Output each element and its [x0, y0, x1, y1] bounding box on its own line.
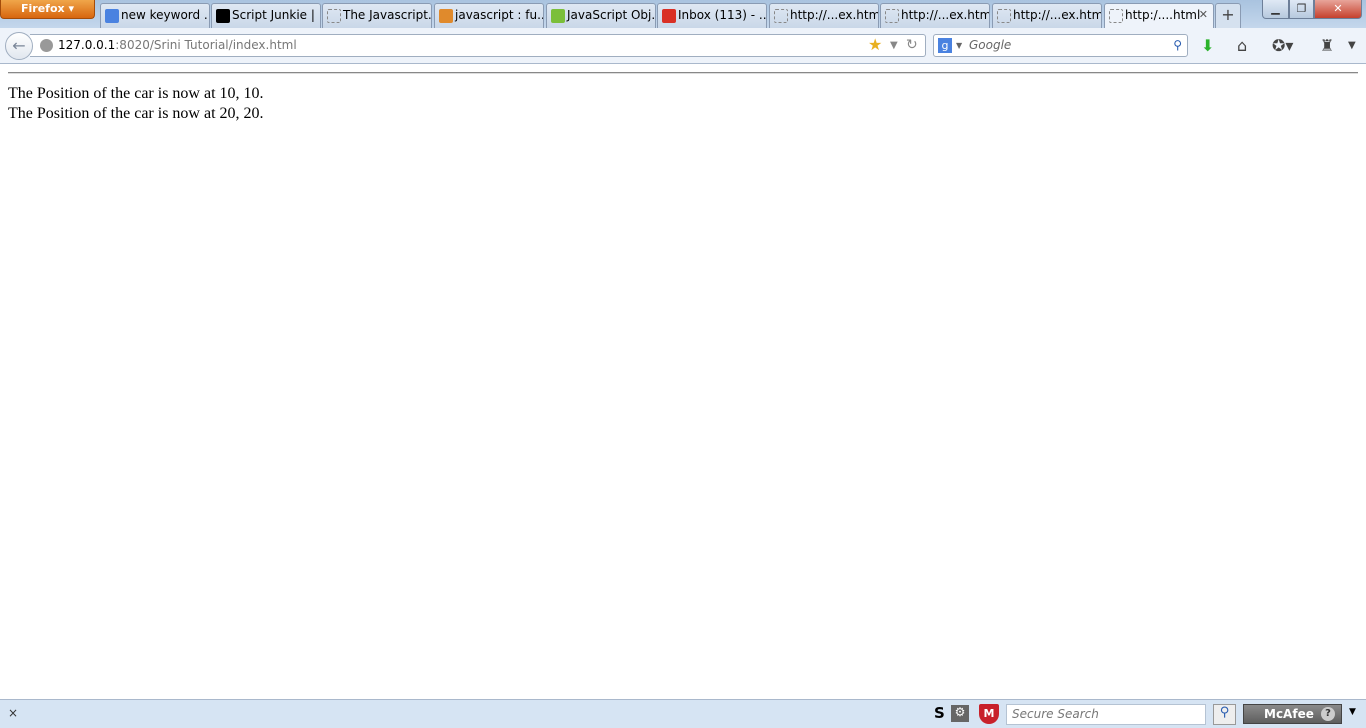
- script-junkie-icon: [216, 9, 230, 23]
- tab-label: http://...ex.html: [1013, 8, 1102, 22]
- tab[interactable]: javascript : fu...: [434, 3, 544, 28]
- bookmarks-icon[interactable]: ✪▾: [1272, 36, 1293, 55]
- minimize-button[interactable]: ▁: [1262, 0, 1289, 19]
- home-icon[interactable]: ⌂: [1237, 36, 1247, 55]
- tab[interactable]: http://...ex.html: [992, 3, 1102, 28]
- secure-search-button[interactable]: ⚲: [1213, 704, 1236, 725]
- back-button[interactable]: ←: [5, 32, 33, 60]
- title-bar: Firefox ▾ new keyword ... Script Junkie |…: [0, 0, 1366, 29]
- tab-label: new keyword ...: [121, 8, 210, 22]
- tab[interactable]: The Javascript...: [322, 3, 432, 28]
- navigation-toolbar: 127.0.0.1:8020/Srini Tutorial/index.html…: [0, 28, 1366, 64]
- tab-label: Script Junkie | ...: [232, 8, 321, 22]
- google-icon: g: [938, 38, 952, 53]
- s-addon-icon[interactable]: S: [934, 704, 945, 722]
- firefox-menu-button[interactable]: Firefox ▾: [0, 0, 95, 19]
- blank-page-icon: [774, 9, 788, 23]
- search-box[interactable]: g ▼ Google ⚲: [933, 34, 1188, 57]
- download-icon[interactable]: ⬇: [1201, 36, 1214, 55]
- address-bar[interactable]: 127.0.0.1:8020/Srini Tutorial/index.html…: [30, 34, 926, 57]
- reload-icon[interactable]: ↻: [906, 35, 918, 56]
- url-path: :8020/Srini Tutorial/index.html: [115, 38, 297, 52]
- stackoverflow-icon: [439, 9, 453, 23]
- engine-dropdown-icon[interactable]: ▼: [956, 35, 962, 56]
- tab[interactable]: Script Junkie | ...: [211, 3, 321, 28]
- mcafee-label: McAfee: [1264, 707, 1314, 721]
- status-bar: × S ⚙ M Secure Search ⚲ McAfee? ▼: [0, 699, 1366, 728]
- gear-icon[interactable]: ⚙: [951, 705, 969, 722]
- google-icon: [105, 9, 119, 23]
- maximize-button[interactable]: ❐: [1289, 0, 1314, 19]
- horizontal-rule: [8, 72, 1358, 74]
- tab-label: Inbox (113) - ...: [678, 8, 767, 22]
- blank-page-icon: [327, 9, 341, 23]
- tab[interactable]: Inbox (113) - ...: [657, 3, 767, 28]
- w3-icon: [551, 9, 565, 23]
- close-tab-icon[interactable]: ✕: [1199, 4, 1208, 26]
- new-tab-button[interactable]: +: [1215, 3, 1241, 28]
- tab-label: http://...ex.html: [901, 8, 990, 22]
- search-icon[interactable]: ⚲: [1173, 35, 1182, 56]
- bookmark-star-icon[interactable]: ★: [868, 34, 882, 55]
- tab-label: The Javascript...: [343, 8, 432, 22]
- history-dropdown-icon[interactable]: ▼: [890, 35, 898, 56]
- blank-page-icon: [997, 9, 1011, 23]
- hat-addon-icon[interactable]: ♜: [1320, 36, 1334, 55]
- tab[interactable]: JavaScript Obj...: [546, 3, 656, 28]
- tab[interactable]: new keyword ...: [100, 3, 210, 28]
- blank-page-icon: [1109, 9, 1123, 23]
- search-placeholder: Google: [969, 38, 1012, 52]
- close-addon-bar-button[interactable]: ×: [8, 706, 18, 720]
- blank-page-icon: [885, 9, 899, 23]
- tab-label: JavaScript Obj...: [567, 8, 656, 22]
- tab-label: http://...ex.html: [790, 8, 879, 22]
- tab-label: javascript : fu...: [455, 8, 544, 22]
- close-window-button[interactable]: ✕: [1314, 0, 1362, 19]
- page-content: The Position of the car is now at 10, 10…: [0, 65, 1366, 699]
- mcafee-shield-icon[interactable]: M: [979, 704, 999, 724]
- globe-icon: [40, 39, 53, 52]
- help-icon[interactable]: ?: [1321, 707, 1335, 721]
- url-host: 127.0.0.1: [58, 38, 116, 52]
- mcafee-button[interactable]: McAfee?: [1243, 704, 1342, 724]
- output-line: The Position of the car is now at 10, 10…: [8, 85, 264, 102]
- mcafee-dropdown-icon[interactable]: ▼: [1349, 707, 1356, 717]
- tab[interactable]: http://...ex.html: [880, 3, 990, 28]
- toolbar-dropdown-icon[interactable]: ▼: [1348, 40, 1356, 51]
- tab[interactable]: http://...ex.html: [769, 3, 879, 28]
- gmail-icon: [662, 9, 676, 23]
- secure-search-input[interactable]: Secure Search: [1006, 704, 1206, 725]
- output-line: The Position of the car is now at 20, 20…: [8, 105, 264, 122]
- tab[interactable]: http:/....html ✕: [1104, 3, 1214, 29]
- tab-label: http:/....html: [1125, 8, 1201, 22]
